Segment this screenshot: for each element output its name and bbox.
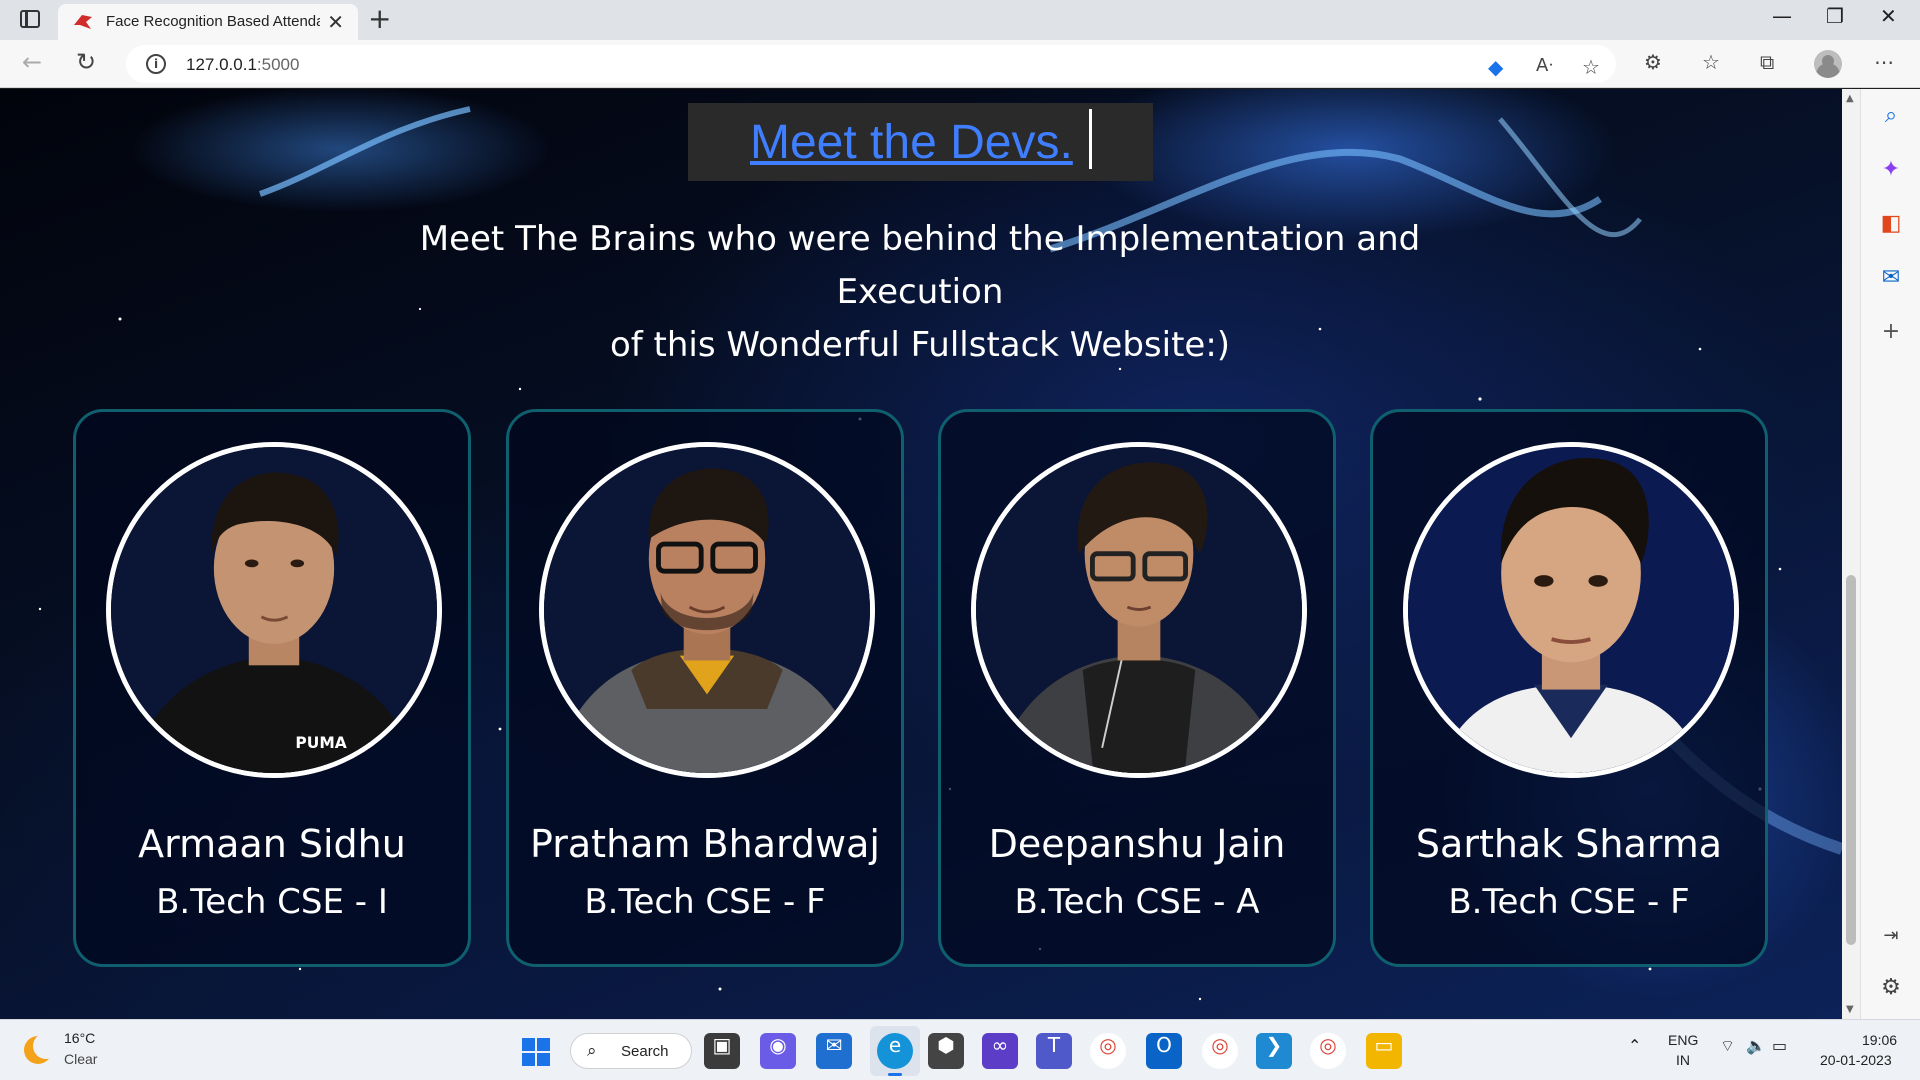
read-aloud-icon[interactable]: Aᐧ [1536,55,1553,76]
mail-icon[interactable]: ✉ [816,1033,852,1069]
edge-icon[interactable]: e [877,1033,913,1069]
close-window-icon[interactable]: ✕ [1880,4,1897,28]
url-field[interactable]: i 127.0.0.1:5000 ◆ Aᐧ ☆ [126,45,1616,83]
cube-app-icon[interactable]: ⬢ [928,1033,964,1069]
show-hidden-icons[interactable]: ⌃ [1628,1036,1641,1055]
minimize-icon[interactable]: — [1772,4,1792,28]
dev-class: B.Tech CSE - F [584,882,826,922]
meet-icon[interactable]: ◉ [760,1033,796,1069]
visual-studio-icon[interactable]: ∞ [982,1033,1018,1069]
extensions-icon[interactable]: ⚙ [1644,50,1662,74]
search-label: Search [621,1043,669,1060]
dev-name: Armaan Sidhu [138,822,406,866]
copilot-icon[interactable]: ✦ [1861,157,1920,182]
dev-name: Deepanshu Jain [988,822,1286,866]
clock-time[interactable]: 19:06 [1862,1032,1897,1048]
tab-actions-icon[interactable] [20,10,40,28]
dev-card: Sarthak Sharma B.Tech CSE - F [1370,409,1768,967]
refresh-icon[interactable]: ↻ [76,48,96,76]
dev-class: B.Tech CSE - A [1014,882,1260,922]
outlook-icon[interactable]: ✉ [1861,265,1920,290]
dev-class: B.Tech CSE - I [156,882,388,922]
vscode-icon[interactable]: ❯ [1256,1033,1292,1069]
dev-photo-sarthak [1403,442,1739,778]
svg-text:PUMA: PUMA [295,734,346,752]
collections-icon[interactable]: ⧉ [1760,50,1774,74]
dev-photo-armaan: PUMA [106,442,442,778]
dev-card: Pratham Bhardwaj B.Tech CSE - F [506,409,904,967]
profile-avatar[interactable] [1814,50,1842,78]
page-viewport: Meet the Devs. Meet The Brains who were … [0,89,1842,1019]
dev-name: Pratham Bhardwaj [530,822,880,866]
weather-moon-icon[interactable] [24,1033,59,1064]
language-code[interactable]: ENG [1668,1032,1698,1048]
text-cursor [1089,109,1092,169]
dev-card: PUMA Armaan Sidhu B.Tech CSE - I [73,409,471,967]
clock-date[interactable]: 20-01-2023 [1820,1052,1892,1068]
weather-temp[interactable]: 16°C [64,1030,95,1046]
sidebar-settings-icon[interactable]: ⚙ [1861,975,1920,1000]
wifi-icon[interactable]: ⌔ [1720,1036,1735,1056]
scroll-down-icon[interactable]: ▼ [1846,1004,1854,1015]
outlook-app-icon[interactable]: O [1146,1033,1182,1069]
site-info-icon[interactable]: i [146,54,166,74]
favorites-icon[interactable]: ☆ [1702,50,1720,74]
add-sidebar-app-icon[interactable]: + [1861,319,1920,344]
dev-card: Deepanshu Jain B.Tech CSE - A [938,409,1336,967]
restore-icon[interactable]: ❐ [1826,4,1844,28]
chrome-profile-p-icon[interactable]: ◎ [1310,1033,1346,1069]
dev-photo-deepanshu [971,442,1307,778]
dev-photo-pratham [539,442,875,778]
folder-icon[interactable]: ▭ [1366,1033,1402,1069]
browser-tab[interactable]: Face Recognition Based Attendar ✕ [58,4,358,40]
intro-line-2: of this Wonderful Fullstack Website:) [609,325,1231,365]
weather-desc[interactable]: Clear [64,1051,97,1067]
tab-close-icon[interactable]: ✕ [327,10,344,34]
windows-start-icon[interactable] [522,1038,550,1066]
intro-text: Meet The Brains who were behind the Impl… [340,213,1500,372]
add-favorite-icon[interactable]: ☆ [1582,55,1600,79]
chrome-icon[interactable]: ◎ [1090,1033,1126,1069]
edge-sidebar: ⌕ ✦ ◧ ✉ + ⇥ ⚙ [1860,89,1920,1019]
dev-name: Sarthak Sharma [1415,822,1723,866]
scroll-up-icon[interactable]: ▲ [1846,93,1854,104]
hide-sidebar-icon[interactable]: ⇥ [1861,925,1920,946]
task-view-icon[interactable]: ▣ [704,1033,740,1069]
taskbar: 16°C Clear ⌕ Search ▣ ◉ ✉ e ⬢ ∞ T ◎ O ◎ … [0,1019,1920,1080]
dev-class: B.Tech CSE - F [1448,882,1690,922]
heading-box: Meet the Devs. [688,103,1153,181]
office-icon[interactable]: ◧ [1861,211,1920,236]
taskbar-search[interactable]: ⌕ Search [570,1033,692,1069]
address-bar: ← ↻ i 127.0.0.1:5000 ◆ Aᐧ ☆ ⚙ ☆ ⧉ ⋯ [0,40,1920,88]
scroll-thumb[interactable] [1846,575,1856,945]
page-scrollbar[interactable]: ▲ ▼ [1842,89,1860,1019]
back-icon[interactable]: ← [22,48,42,76]
site-favicon-icon [74,15,92,29]
title-bar: Face Recognition Based Attendar ✕ + — ❐ … [0,0,1920,40]
new-tab-icon[interactable]: + [368,2,391,35]
chrome-profile-r-icon[interactable]: ◎ [1202,1033,1238,1069]
teams-icon[interactable]: T [1036,1033,1072,1069]
shopping-tag-icon[interactable]: ◆ [1488,55,1503,79]
intro-line-1: Meet The Brains who were behind the Impl… [419,219,1421,312]
search-icon: ⌕ [587,1041,597,1061]
volume-icon[interactable]: 🔈 [1746,1036,1766,1055]
battery-icon[interactable]: ▭ [1772,1036,1787,1055]
language-region[interactable]: IN [1676,1052,1690,1068]
url-text[interactable]: 127.0.0.1:5000 [186,55,299,75]
more-options-icon[interactable]: ⋯ [1874,50,1894,74]
search-icon[interactable]: ⌕ [1861,103,1920,128]
meet-the-devs-link[interactable]: Meet the Devs. [750,115,1073,170]
tab-title: Face Recognition Based Attendar [106,13,320,30]
